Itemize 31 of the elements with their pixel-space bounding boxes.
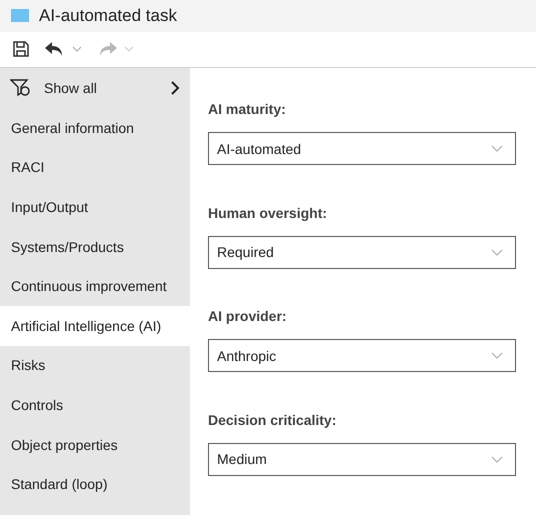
sidebar-item[interactable]: RACI — [0, 148, 190, 188]
save-button[interactable] — [12, 40, 30, 58]
undo-button[interactable] — [44, 40, 82, 58]
chevron-down-icon — [72, 46, 82, 52]
dropdown-field[interactable]: Anthropic — [208, 339, 516, 372]
field-label: Decision criticality: — [208, 412, 338, 428]
chevron-down-icon — [491, 248, 503, 256]
sidebar-item[interactable]: Standard (loop) — [0, 464, 190, 504]
sidebar-item[interactable]: General information — [0, 108, 190, 148]
sidebar-item[interactable]: Controls — [0, 385, 190, 425]
chevron-down-icon — [491, 456, 503, 462]
show-all-button[interactable]: Show all — [0, 68, 190, 108]
field-label: AI provider: — [208, 308, 288, 324]
sidebar-item[interactable]: Artificial Intelligence (AI) — [0, 306, 190, 346]
sidebar-item[interactable]: Input/Output — [0, 187, 190, 227]
sidebar-item[interactable]: Continuous improvement — [0, 266, 190, 306]
field-label: Human oversight: — [208, 204, 328, 220]
chevron-right-icon — [170, 81, 180, 95]
chevron-down-icon — [491, 352, 503, 359]
folder-icon — [11, 9, 29, 22]
dropdown-field[interactable]: Required — [208, 236, 516, 268]
dropdown-field[interactable]: AI-automated — [208, 132, 516, 165]
sidebar-item[interactable]: Systems/Products — [0, 226, 190, 266]
chevron-down-icon — [491, 145, 503, 152]
dropdown-field[interactable]: Medium — [208, 442, 516, 476]
field-label: AI maturity: — [208, 101, 287, 117]
window-title: AI-automated task — [39, 6, 177, 26]
chevron-down-icon — [124, 46, 134, 52]
sidebar-item[interactable]: Object properties — [0, 424, 190, 464]
filter-icon — [10, 79, 32, 97]
sidebar-item[interactable]: Risks — [0, 346, 190, 386]
